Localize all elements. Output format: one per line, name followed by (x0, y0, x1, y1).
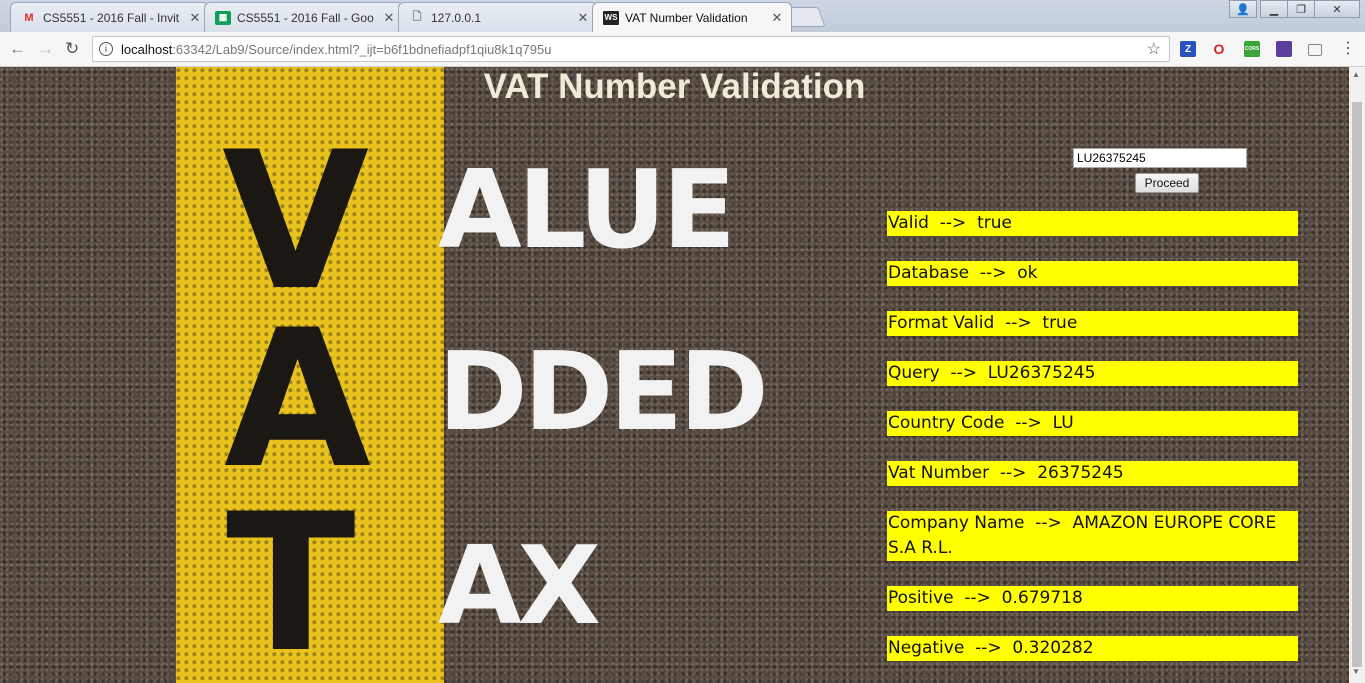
forward-icon[interactable]: → (37, 39, 54, 59)
gmail-icon: M (24, 11, 34, 24)
url-host: localhost (121, 41, 173, 57)
menu-icon[interactable]: ⋮ (1340, 38, 1356, 58)
webstorm-icon: WS (603, 10, 619, 25)
background-word-alue: ALUE (438, 148, 736, 273)
background-letter-t: T (226, 473, 356, 683)
result-vat-number: Vat Number --> 26375245 (887, 461, 1298, 486)
opera-extension-icon[interactable]: O (1211, 41, 1227, 57)
result-format-valid: Format Valid --> true (887, 311, 1298, 336)
result-country-code: Country Code --> LU (887, 411, 1298, 436)
sheets-icon: ▦ (215, 10, 231, 25)
info-icon[interactable]: i (99, 42, 113, 56)
window-controls: 👤 (1229, 0, 1257, 20)
tab-gmail[interactable]: M CS5551 - 2016 Fall - Invit ✕ (10, 2, 210, 32)
close-icon[interactable]: ✕ (381, 10, 397, 26)
page-scrollbar[interactable]: ▲ ▼ (1349, 67, 1365, 683)
vat-form: Proceed (1073, 148, 1247, 193)
window-buttons: ▁ ❐ ✕ (1260, 0, 1360, 20)
result-database: Database --> ok (887, 261, 1298, 286)
result-positive: Positive --> 0.679718 (887, 586, 1298, 611)
close-icon[interactable]: ✕ (575, 10, 591, 26)
minimize-icon[interactable]: ▁ (1260, 0, 1288, 18)
browser-toolbar: ← → ↻ i localhost :63342/Lab9/Source/ind… (0, 32, 1365, 67)
result-valid: Valid --> true (887, 211, 1298, 236)
close-icon[interactable]: ✕ (187, 10, 203, 26)
extension-icon[interactable] (1276, 41, 1292, 57)
tab-sheets[interactable]: ▦ CS5551 - 2016 Fall - Goo ✕ (204, 2, 404, 32)
bookmark-star-icon[interactable]: ☆ (1147, 39, 1161, 59)
close-icon[interactable]: ✕ (769, 10, 785, 26)
result-company-name: Company Name --> AMAZON EUROPE CORE S.A … (887, 511, 1298, 561)
tab-vat-validation[interactable]: WS VAT Number Validation ✕ (592, 2, 792, 32)
page-icon: 🗋 (412, 11, 422, 23)
background-letter-a: A (224, 289, 372, 510)
background-word-dded: DDED (438, 330, 769, 455)
close-window-icon[interactable]: ✕ (1314, 0, 1360, 18)
scrollbar-thumb[interactable] (1352, 102, 1362, 667)
result-negative: Negative --> 0.320282 (887, 636, 1298, 661)
tab-title: CS5551 - 2016 Fall - Invit (43, 10, 180, 25)
reload-icon[interactable]: ↻ (65, 39, 79, 59)
page-viewport: V A T ALUE DDED AX VAT Number Validation… (0, 67, 1349, 683)
cast-extension-icon[interactable] (1308, 44, 1322, 56)
back-icon[interactable]: ← (9, 39, 26, 59)
scroll-up-icon[interactable]: ▲ (1352, 70, 1360, 79)
validation-results: Valid --> true Database --> ok Format Va… (887, 211, 1298, 683)
tab-strip: M CS5551 - 2016 Fall - Invit ✕ ▦ CS5551 … (0, 0, 1365, 32)
cors-extension-icon[interactable]: CORS (1244, 41, 1260, 57)
tab-title: CS5551 - 2016 Fall - Goo (237, 10, 374, 25)
tab-title: 127.0.0.1 (431, 10, 482, 25)
result-query: Query --> LU26375245 (887, 361, 1298, 386)
proceed-button[interactable]: Proceed (1135, 173, 1199, 193)
vat-number-input[interactable] (1073, 148, 1247, 168)
tab-title: VAT Number Validation (625, 10, 748, 25)
user-icon[interactable]: 👤 (1229, 0, 1257, 18)
page-title: VAT Number Validation (483, 67, 866, 106)
address-bar[interactable]: i localhost :63342/Lab9/Source/index.htm… (92, 36, 1170, 62)
zotero-extension-icon[interactable]: Z (1180, 41, 1196, 57)
background-word-ax: AX (438, 524, 601, 649)
restore-icon[interactable]: ❐ (1287, 0, 1315, 18)
tab-localhost[interactable]: 🗋 127.0.0.1 ✕ (398, 2, 598, 32)
url-path: :63342/Lab9/Source/index.html?_ijt=b6f1b… (172, 41, 552, 57)
scroll-down-icon[interactable]: ▼ (1352, 667, 1360, 676)
